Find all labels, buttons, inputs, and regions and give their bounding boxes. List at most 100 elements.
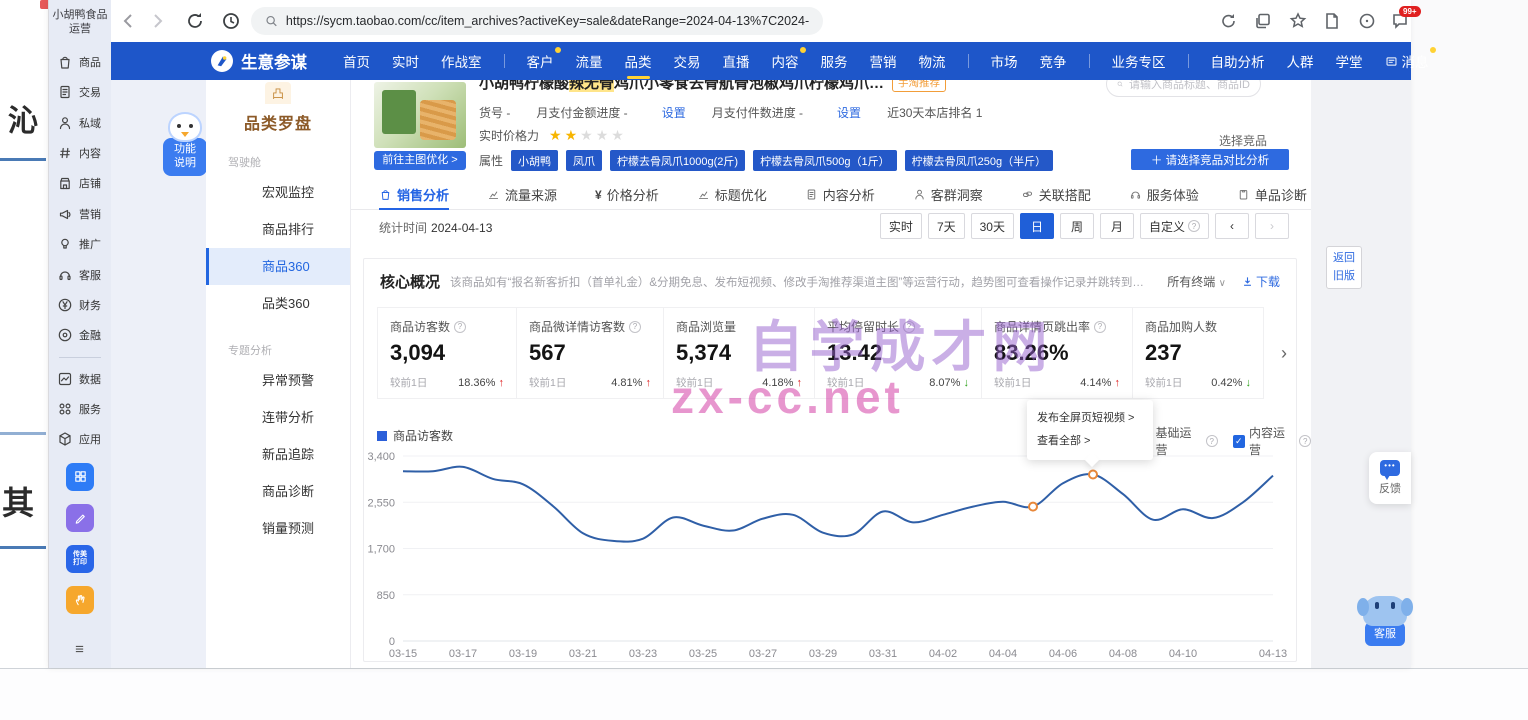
sidebar-item-交易[interactable]: 交易 xyxy=(49,77,111,107)
tab-服务体验[interactable]: 服务体验 xyxy=(1129,180,1199,209)
range-button-日[interactable]: 日 xyxy=(1020,213,1054,239)
timer-icon[interactable] xyxy=(1357,11,1377,31)
sidebar-item-应用[interactable]: 应用 xyxy=(49,424,111,454)
update-icon[interactable] xyxy=(1219,11,1239,31)
nav-item-作战室[interactable]: 作战室 xyxy=(441,51,482,71)
menu-item-新品追踪[interactable]: 新品追踪 xyxy=(206,436,350,473)
background-window-edge: 沁 其 xyxy=(0,0,48,668)
sidebar-item-营销[interactable]: 营销 xyxy=(49,199,111,229)
menu-item-销量预测[interactable]: 销量预测 xyxy=(206,510,350,547)
metrics-more-icon[interactable]: › xyxy=(1264,307,1304,399)
nav-item-实时[interactable]: 实时 xyxy=(392,51,419,71)
sidebar-item-内容[interactable]: 内容 xyxy=(49,138,111,168)
page-icon[interactable] xyxy=(1322,11,1342,31)
nav-item-消息[interactable]: 消息 xyxy=(1385,51,1429,71)
sidebar-item-数据[interactable]: 数据 xyxy=(49,364,111,394)
tab-单品诊断[interactable]: 单品诊断 xyxy=(1237,180,1307,209)
tooltip-view-all-link[interactable]: 查看全部 > xyxy=(1037,430,1143,453)
sycm-brand[interactable]: 生意参谋 xyxy=(211,49,307,73)
sidebar-item-金融[interactable]: 金融 xyxy=(49,320,111,350)
reload-icon[interactable] xyxy=(185,11,205,31)
tab-标题优化[interactable]: 标题优化 xyxy=(697,180,767,209)
feedback-button[interactable]: 反馈 xyxy=(1369,452,1411,504)
nav-item-学堂[interactable]: 学堂 xyxy=(1336,51,1363,71)
attribute-tag[interactable]: 小胡鸭 xyxy=(511,150,558,171)
menu-item-商品360[interactable]: 商品360 xyxy=(206,248,350,285)
nav-item-流量[interactable]: 流量 xyxy=(576,51,603,71)
nav-item-人群[interactable]: 人群 xyxy=(1287,51,1314,71)
menu-item-异常预警[interactable]: 异常预警 xyxy=(206,362,350,399)
sidebar-item-私域[interactable]: 私域 xyxy=(49,107,111,137)
sidebar-item-店铺[interactable]: 店铺 xyxy=(49,168,111,198)
sidebar-item-服务[interactable]: 服务 xyxy=(49,394,111,424)
nav-item-自助分析[interactable]: 自助分析 xyxy=(1211,51,1265,71)
settings-link[interactable]: 设置 xyxy=(662,106,686,120)
nav-item-服务[interactable]: 服务 xyxy=(821,51,848,71)
sidebar-item-财务[interactable]: 财务 xyxy=(49,290,111,320)
sidebar-item-商品[interactable]: 商品 xyxy=(49,47,111,77)
nav-item-营销[interactable]: 营销 xyxy=(870,51,897,71)
history-clock-icon[interactable] xyxy=(221,11,241,31)
app-qianniu-icon[interactable] xyxy=(66,463,94,491)
nav-item-内容[interactable]: 内容 xyxy=(772,51,799,71)
visitor-trend-chart[interactable]: 08501,7002,5503,40003-1503-1703-1903-210… xyxy=(359,448,1299,662)
address-bar[interactable]: https://sycm.taobao.com/cc/item_archives… xyxy=(251,7,823,35)
tab-内容分析[interactable]: 内容分析 xyxy=(805,180,875,209)
nav-item-物流[interactable]: 物流 xyxy=(919,51,946,71)
tabs-icon[interactable] xyxy=(1253,11,1273,31)
next-page-button[interactable]: › xyxy=(1255,213,1289,239)
attribute-tag[interactable]: 柠檬去骨凤爪500g（1斤） xyxy=(753,150,897,171)
attribute-tag[interactable]: 凤爪 xyxy=(566,150,602,171)
attribute-tag[interactable]: 柠檬去骨凤爪1000g(2斤) xyxy=(610,150,745,171)
right-rail: 返回 旧版 反馈 客服 xyxy=(1311,80,1411,668)
forward-icon[interactable] xyxy=(147,11,167,31)
tab-客群洞察[interactable]: 客群洞察 xyxy=(913,180,983,209)
range-button-自定义[interactable]: 自定义? xyxy=(1140,213,1209,239)
terminal-filter[interactable]: 所有终端 ∨ xyxy=(1167,273,1226,290)
nav-item-直播[interactable]: 直播 xyxy=(723,51,750,71)
menu-item-连带分析[interactable]: 连带分析 xyxy=(206,399,350,436)
item-search-input[interactable]: 请输入商品标题、商品ID xyxy=(1106,80,1261,97)
feature-help-widget[interactable]: 功能 说明 xyxy=(163,112,207,176)
app-print-icon[interactable]: 传美打印 xyxy=(66,545,94,573)
back-to-old-version-button[interactable]: 返回 旧版 xyxy=(1326,246,1362,289)
bookmark-star-icon[interactable] xyxy=(1288,11,1308,31)
customer-service-widget[interactable]: 客服 xyxy=(1359,596,1411,654)
app-hand-icon[interactable] xyxy=(66,586,94,614)
range-button-7天[interactable]: 7天 xyxy=(928,213,965,239)
menu-icon[interactable]: ≡ xyxy=(49,641,111,658)
sidebar-item-推广[interactable]: 推广 xyxy=(49,229,111,259)
nav-item-竞争[interactable]: 竞争 xyxy=(1040,51,1067,71)
nav-item-品类[interactable]: 品类 xyxy=(625,51,652,71)
nav-item-交易[interactable]: 交易 xyxy=(674,51,701,71)
menu-item-宏观监控[interactable]: 宏观监控 xyxy=(206,174,350,211)
range-button-月[interactable]: 月 xyxy=(1100,213,1134,239)
nav-divider xyxy=(1089,54,1090,68)
settings-link[interactable]: 设置 xyxy=(837,106,861,120)
back-icon[interactable] xyxy=(119,11,139,31)
tab-价格分析[interactable]: ¥价格分析 xyxy=(595,180,659,209)
range-button-30天[interactable]: 30天 xyxy=(971,213,1014,239)
tooltip-action-link[interactable]: 发布全屏页短视频 > xyxy=(1037,407,1143,430)
nav-item-客户[interactable]: 客户 xyxy=(527,51,554,71)
tab-关联搭配[interactable]: 关联搭配 xyxy=(1021,180,1091,209)
download-button[interactable]: 下载 xyxy=(1242,273,1280,290)
tab-流量来源[interactable]: 流量来源 xyxy=(487,180,557,209)
attribute-tag[interactable]: 柠檬去骨凤爪250g（半斤） xyxy=(905,150,1053,171)
prev-page-button[interactable]: ‹ xyxy=(1215,213,1249,239)
optimize-main-image-button[interactable]: 前往主图优化 > xyxy=(374,151,466,170)
menu-item-品类360[interactable]: 品类360 xyxy=(206,285,350,322)
nav-item-业务专区[interactable]: 业务专区 xyxy=(1112,51,1166,71)
range-button-周[interactable]: 周 xyxy=(1060,213,1094,239)
metric-footer: 较前1日4.14% ↑ xyxy=(994,375,1120,390)
sidebar-item-客服[interactable]: 客服 xyxy=(49,259,111,289)
nav-item-市场[interactable]: 市场 xyxy=(991,51,1018,71)
legend-swatch xyxy=(377,431,387,441)
menu-item-商品排行[interactable]: 商品排行 xyxy=(206,211,350,248)
app-notes-icon[interactable] xyxy=(66,504,94,532)
menu-item-商品诊断[interactable]: 商品诊断 xyxy=(206,473,350,510)
tab-销售分析[interactable]: 销售分析 xyxy=(379,180,449,209)
range-button-实时[interactable]: 实时 xyxy=(880,213,922,239)
nav-item-首页[interactable]: 首页 xyxy=(343,51,370,71)
select-competitor-button[interactable]: ＋ 请选择竞品对比分析 xyxy=(1131,149,1289,170)
